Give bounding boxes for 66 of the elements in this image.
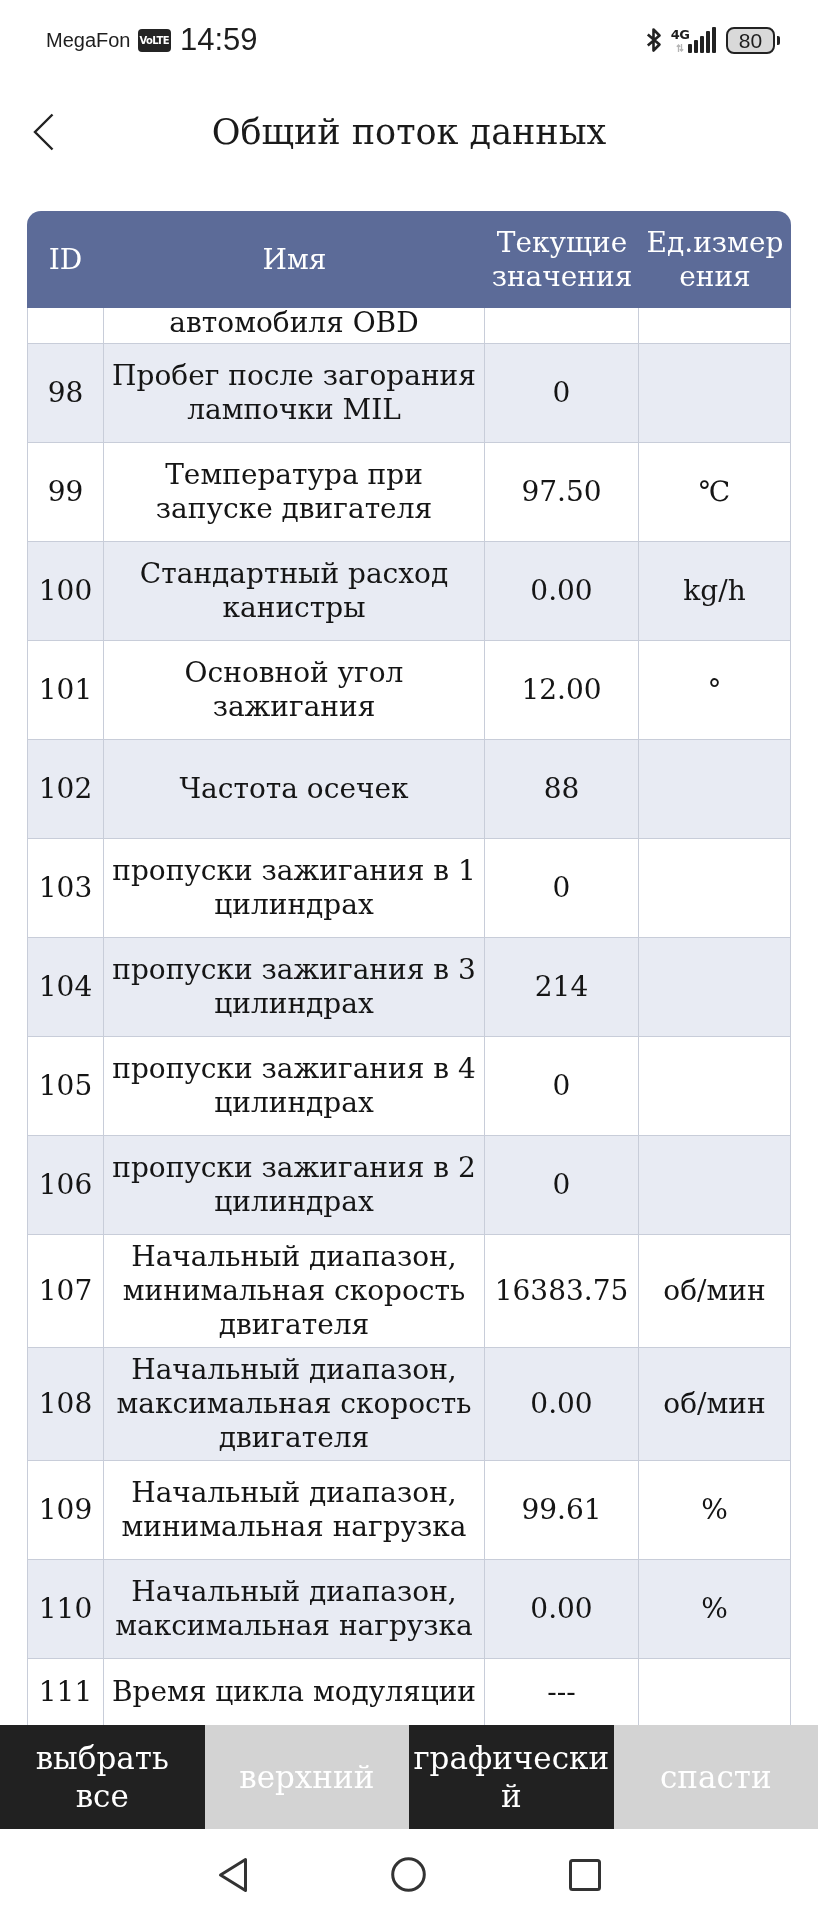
battery-indicator: 80 (726, 26, 780, 54)
value-cell: 12.00 (485, 641, 639, 739)
value-cell: 88 (485, 740, 639, 838)
unit-cell: ℃ (639, 443, 791, 541)
name-cell: Начальный диапазон, максимальная нагрузка (104, 1560, 485, 1658)
name-cell: Начальный диапазон, минимальная скорость двигателя (104, 1235, 485, 1347)
name-cell: пропуски зажигания в 4 цилиндрах (104, 1037, 485, 1135)
value-cell: 0 (485, 1136, 639, 1234)
action-button[interactable]: выбрать все (0, 1725, 205, 1829)
name-cell: пропуски зажигания в 2 цилиндрах (104, 1136, 485, 1234)
unit-cell: % (639, 1560, 791, 1658)
name-cell: Пробег после загорания лампочки MIL (104, 344, 485, 442)
id-cell: 99 (27, 443, 104, 541)
id-cell: 102 (27, 740, 104, 838)
value-cell: 0.00 (485, 542, 639, 640)
unit-cell: об/мин (639, 1235, 791, 1347)
name-cell: Начальный диапазон, минимальная нагрузка (104, 1461, 485, 1559)
id-cell: 106 (27, 1136, 104, 1234)
id-cell: 100 (27, 542, 104, 640)
value-cell: 0.00 (485, 1348, 639, 1460)
unit-cell: об/мин (639, 1348, 791, 1460)
recent-apps-icon[interactable] (568, 1858, 601, 1891)
data-arrows-icon (676, 44, 684, 52)
name-cell: Начальный диапазон, максимальная скорость двигателя (104, 1348, 485, 1460)
id-cell: 110 (27, 1560, 104, 1658)
id-cell: 108 (27, 1348, 104, 1460)
id-cell: 101 (27, 641, 104, 739)
back-icon[interactable] (33, 113, 54, 151)
id-cell: 103 (27, 839, 104, 937)
name-cell: Основной угол зажигания (104, 641, 485, 739)
value-cell: 0 (485, 344, 639, 442)
page-title: Общий поток данных (211, 112, 607, 152)
value-cell: 99.61 (485, 1461, 639, 1559)
name-cell: автомобиля OBD (104, 308, 485, 343)
name-cell: пропуски зажигания в 3 цилиндрах (104, 938, 485, 1036)
unit-cell: ° (639, 641, 791, 739)
value-cell: 16383.75 (485, 1235, 639, 1347)
id-cell: 105 (27, 1037, 104, 1135)
bluetooth-icon (646, 27, 662, 53)
back-icon[interactable] (217, 1856, 248, 1893)
signal-icon (688, 27, 716, 53)
column-header: Текущие значения (490, 224, 634, 295)
value-cell: 214 (485, 938, 639, 1036)
column-header: Имя (261, 241, 328, 278)
id-cell: 109 (27, 1461, 104, 1559)
volte-badge: VoLTE (137, 28, 171, 52)
status-time: 14:59 (179, 22, 258, 58)
network-type: 4G (670, 28, 690, 42)
action-button[interactable]: графический (409, 1725, 614, 1829)
name-cell: Стандартный расход канистры (104, 542, 485, 640)
value-cell: 0.00 (485, 1560, 639, 1658)
value-cell: 0 (485, 839, 639, 937)
name-cell: пропуски зажигания в 1 цилиндрах (104, 839, 485, 937)
id-cell: 107 (27, 1235, 104, 1347)
unit-cell: % (639, 1461, 791, 1559)
column-header: ID (47, 241, 84, 278)
value-cell: 97.50 (485, 443, 639, 541)
id-cell: 104 (27, 938, 104, 1036)
column-header: Ед.измерения (645, 224, 785, 295)
home-icon[interactable] (390, 1857, 426, 1892)
name-cell: Температура при запуске двигателя (104, 443, 485, 541)
id-cell: 98 (27, 344, 104, 442)
unit-cell: kg/h (639, 542, 791, 640)
value-cell: 0 (485, 1037, 639, 1135)
carrier-name: MegaFon (46, 28, 131, 52)
name-cell: Частота осечек (104, 740, 485, 838)
